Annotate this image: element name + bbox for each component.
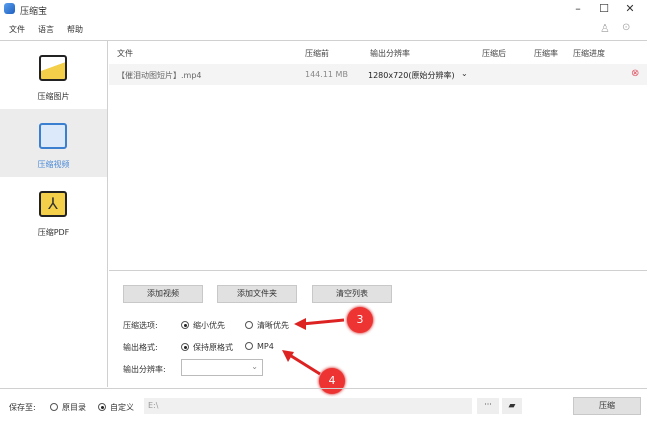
compress-button[interactable]: 压缩 <box>573 397 641 415</box>
output-format-label: 输出格式: <box>123 343 158 352</box>
sidebar-item-image[interactable]: 压缩图片 <box>0 41 107 109</box>
clear-list-button[interactable]: 清空列表 <box>312 285 392 303</box>
video-icon <box>39 123 67 149</box>
arrow-3-head <box>294 318 306 330</box>
radio-keep-format[interactable]: 保持原格式 <box>181 342 233 353</box>
radio-smaller-first[interactable]: 缩小优先 <box>181 320 225 331</box>
annotation-badge-4: 4 <box>319 368 345 394</box>
header-file: 文件 <box>117 49 133 58</box>
sidebar-item-video[interactable]: 压缩视频 <box>0 109 107 177</box>
radio-original-dir[interactable]: 原目录 <box>50 402 86 413</box>
header-after: 压缩后 <box>482 49 506 58</box>
minimize-button[interactable]: – <box>568 2 588 15</box>
annotation-badge-3: 3 <box>347 307 373 333</box>
sidebar-item-label: 压缩视频 <box>37 160 70 169</box>
divider <box>109 270 647 271</box>
close-button[interactable]: ✕ <box>620 2 640 15</box>
image-icon <box>39 55 67 81</box>
file-name: 【催泪动图短片】.mp4 <box>117 71 202 80</box>
arrow-3 <box>301 318 345 326</box>
header-before: 压缩前 <box>305 49 329 58</box>
output-resolution-label: 输出分辨率: <box>123 365 166 374</box>
table-row[interactable]: 【催泪动图短片】.mp4 144.11 MB 1280x720(原始分辨率) ⌄… <box>109 64 647 85</box>
resolution-select[interactable]: 1280x720(原始分辨率) <box>368 70 455 81</box>
menu-file[interactable]: 文件 <box>9 24 25 35</box>
save-to-label: 保存至: <box>9 403 36 412</box>
menu-language[interactable]: 语言 <box>38 24 54 35</box>
sidebar: 压缩图片 压缩视频 ⅄ 压缩PDF <box>0 41 108 387</box>
sidebar-item-pdf[interactable]: ⅄ 压缩PDF <box>0 177 107 245</box>
radio-mp4[interactable]: MP4 <box>245 342 274 351</box>
chevron-down-icon[interactable]: ⌄ <box>461 69 468 78</box>
chevron-down-icon: ⌄ <box>251 362 258 371</box>
maximize-button[interactable]: ☐ <box>594 2 614 15</box>
divider <box>0 388 647 389</box>
sidebar-item-label: 压缩图片 <box>37 92 70 101</box>
compress-options-label: 压缩选项: <box>123 321 158 330</box>
header-ratio: 压缩率 <box>534 49 558 58</box>
folder-icon[interactable]: ▰ <box>502 398 522 414</box>
app-logo-icon <box>4 3 15 14</box>
sidebar-item-label: 压缩PDF <box>37 228 70 237</box>
header-progress: 压缩进度 <box>573 49 605 58</box>
save-path-input[interactable]: E:\ <box>144 398 472 414</box>
output-resolution-select[interactable]: ⌄ <box>181 359 263 376</box>
feedback-icon[interactable]: ⊙ <box>622 22 630 33</box>
size-before: 144.11 MB <box>305 70 348 79</box>
add-folder-button[interactable]: 添加文件夹 <box>217 285 297 303</box>
pdf-icon: ⅄ <box>39 191 67 217</box>
remove-icon[interactable]: ⊗ <box>631 68 639 79</box>
radio-custom-dir[interactable]: 自定义 <box>98 402 134 413</box>
header-resolution: 输出分辨率 <box>370 49 410 58</box>
menu-help[interactable]: 帮助 <box>67 24 83 35</box>
window-title: 压缩宝 <box>20 7 48 17</box>
user-icon[interactable]: ♙ <box>600 22 610 35</box>
arrow-4 <box>287 352 321 376</box>
browse-button[interactable]: ··· <box>477 398 499 414</box>
add-video-button[interactable]: 添加视频 <box>123 285 203 303</box>
